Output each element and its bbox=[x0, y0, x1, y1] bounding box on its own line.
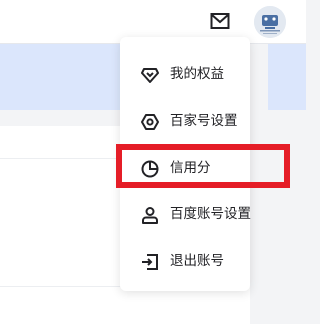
menu-item-baijiahao-settings[interactable]: 百家号设置 bbox=[120, 98, 250, 144]
menu-item-baidu-account-settings[interactable]: 百度账号设置 bbox=[120, 191, 251, 237]
divider bbox=[0, 158, 120, 159]
menu-item-my-benefits[interactable]: 我的权益 bbox=[120, 51, 250, 97]
avatar-icon bbox=[254, 6, 286, 38]
menu-item-label: 百度账号设置 bbox=[170, 206, 251, 222]
banner-right bbox=[268, 44, 306, 110]
highlight-box bbox=[116, 144, 290, 188]
menu-item-label: 百家号设置 bbox=[170, 113, 238, 129]
logout-icon bbox=[142, 254, 158, 270]
diamond-shield-icon bbox=[141, 68, 159, 83]
menu-item-label: 我的权益 bbox=[170, 66, 224, 82]
banner-left bbox=[0, 44, 120, 110]
menu-item-logout[interactable]: 退出账号 bbox=[120, 238, 250, 284]
envelope-icon[interactable] bbox=[210, 12, 230, 30]
avatar[interactable] bbox=[254, 6, 286, 38]
hexagon-settings-icon bbox=[141, 114, 159, 130]
menu-item-label: 退出账号 bbox=[170, 253, 224, 269]
divider bbox=[0, 286, 120, 287]
user-icon bbox=[142, 207, 158, 224]
